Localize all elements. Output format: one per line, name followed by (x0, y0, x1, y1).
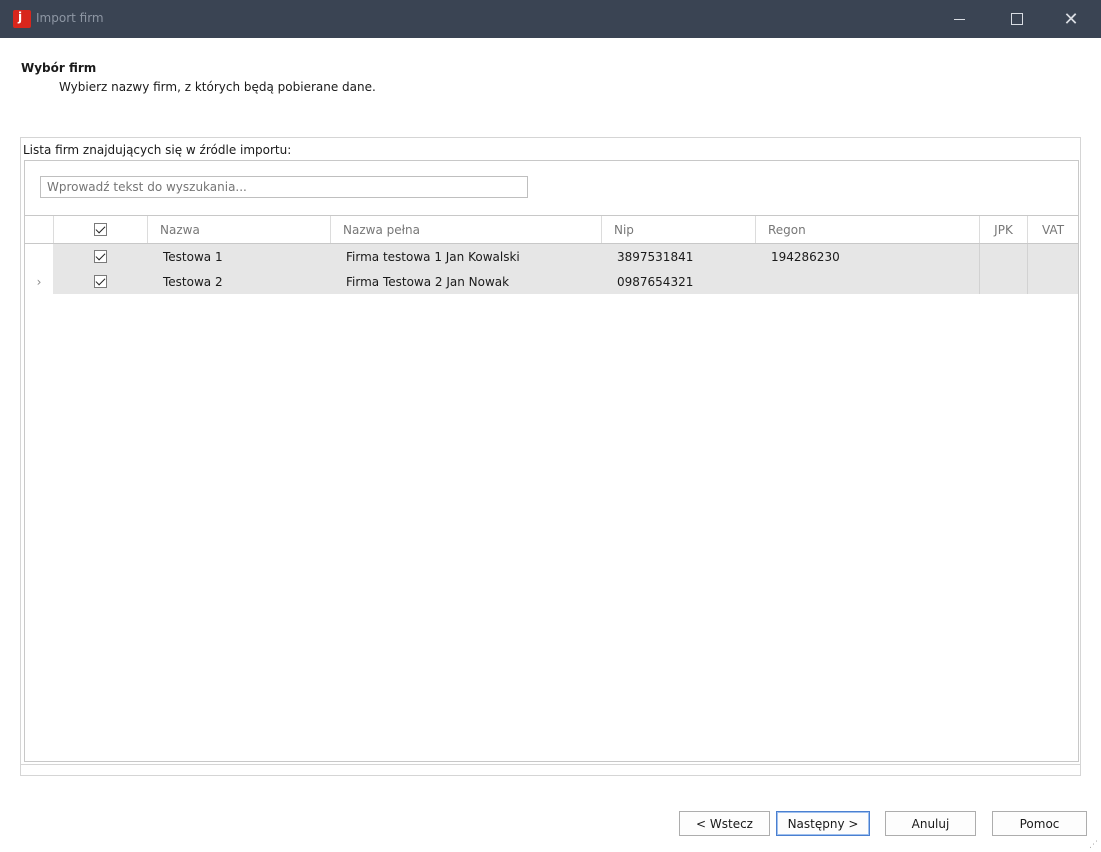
cancel-button[interactable]: Anuluj (885, 811, 976, 836)
maximize-button[interactable] (994, 0, 1040, 38)
back-button[interactable]: < Wstecz (679, 811, 770, 836)
cell-jpk (979, 269, 1027, 294)
row-select-cell[interactable] (53, 244, 147, 269)
cell-regon: 194286230 (771, 249, 840, 264)
select-all-cell[interactable] (53, 216, 147, 243)
page-title: Wybór firm (21, 61, 97, 75)
column-header-vat[interactable]: VAT (1027, 216, 1078, 243)
page-subtitle: Wybierz nazwy firm, z których będą pobie… (59, 80, 376, 94)
cell-vat (1027, 269, 1078, 294)
close-button[interactable]: ✕ (1048, 0, 1094, 38)
company-list-panel: Lista firm znajdujących się w źródle imp… (20, 137, 1081, 776)
column-header-nazwa[interactable]: Nazwa (147, 216, 330, 243)
row-indicator-chevron-icon: › (25, 269, 53, 294)
cell-regon (755, 269, 979, 294)
table-row[interactable]: › Testowa 2 Firma Testowa 2 Jan Nowak 09… (25, 269, 1078, 294)
app-logo-icon (13, 10, 31, 28)
cell-nazwa: Testowa 2 (163, 274, 223, 289)
list-label: Lista firm znajdujących się w źródle imp… (23, 143, 292, 157)
close-icon: ✕ (1063, 8, 1079, 30)
row-indicator (25, 244, 53, 269)
cell-jpk (979, 244, 1027, 269)
company-list: Nazwa Nazwa pełna Nip Regon JPK VAT Test… (24, 160, 1079, 762)
row-select-cell[interactable] (53, 269, 147, 294)
window-title: Import firm (36, 11, 104, 25)
minimize-icon (953, 18, 965, 20)
row-indicator-header (25, 216, 53, 243)
row-checkbox[interactable] (93, 275, 107, 288)
next-button[interactable]: Następny > (776, 811, 870, 836)
row-checkbox[interactable] (93, 250, 107, 263)
cell-nip: 0987654321 (617, 274, 694, 289)
cell-nazwa: Testowa 1 (163, 249, 223, 264)
cell-nazwa-pelna: Firma testowa 1 Jan Kowalski (346, 249, 520, 264)
column-header-regon[interactable]: Regon (755, 216, 979, 243)
grid-header: Nazwa Nazwa pełna Nip Regon JPK VAT (25, 215, 1078, 244)
company-grid: Nazwa Nazwa pełna Nip Regon JPK VAT Test… (25, 215, 1078, 294)
panel-divider (21, 764, 1080, 765)
column-header-nazwa-pelna[interactable]: Nazwa pełna (330, 216, 601, 243)
title-bar: Import firm ✕ (0, 0, 1101, 38)
maximize-icon (1011, 13, 1023, 25)
search-input[interactable] (40, 176, 528, 198)
cell-nip: 3897531841 (617, 249, 694, 264)
column-header-nip[interactable]: Nip (601, 216, 755, 243)
select-all-checkbox[interactable] (94, 223, 107, 236)
help-button[interactable]: Pomoc (992, 811, 1087, 836)
column-header-jpk[interactable]: JPK (979, 216, 1027, 243)
cell-vat (1027, 244, 1078, 269)
table-row[interactable]: Testowa 1 Firma testowa 1 Jan Kowalski 3… (25, 244, 1078, 269)
resize-grip-icon[interactable]: ⋰ (1089, 840, 1099, 850)
cell-nazwa-pelna: Firma Testowa 2 Jan Nowak (346, 274, 510, 289)
minimize-button[interactable] (936, 0, 982, 38)
